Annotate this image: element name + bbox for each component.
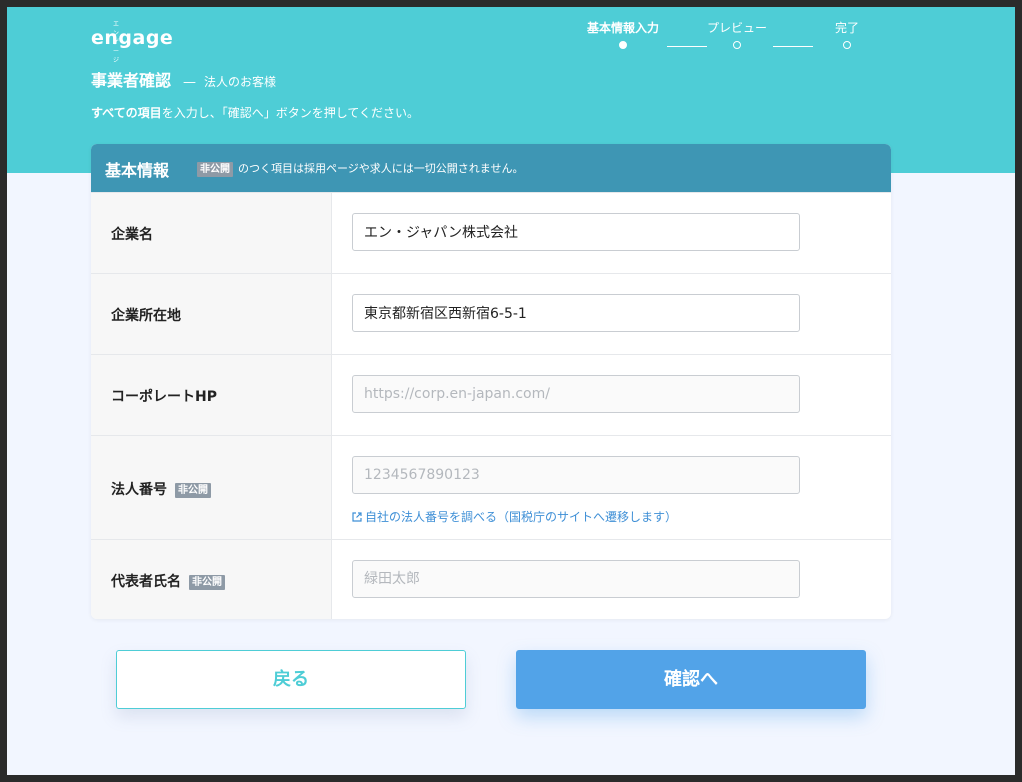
title-separator: — bbox=[183, 75, 197, 90]
corporate-number-input[interactable] bbox=[352, 456, 800, 494]
step-todo-dot bbox=[843, 41, 851, 49]
step-basic-info: 基本情報入力 bbox=[567, 19, 679, 49]
page-title: 事業者確認 — 法人のお客様 bbox=[91, 67, 276, 91]
step-label: 基本情報入力 bbox=[586, 21, 659, 35]
row-homepage: コーポレートHP bbox=[91, 354, 891, 435]
label-cell: 企業所在地 bbox=[91, 274, 332, 354]
card-title: 基本情報 bbox=[105, 161, 170, 180]
label-cell: 代表者氏名 非公開 bbox=[91, 540, 332, 619]
instruction-bold: すべての項目 bbox=[91, 106, 162, 120]
representative-input[interactable] bbox=[352, 560, 800, 598]
back-button[interactable]: 戻る bbox=[116, 650, 466, 709]
instruction-rest: を入力し、「確認へ」ボタンを押してください。 bbox=[161, 106, 419, 120]
private-badge: 非公開 bbox=[175, 483, 211, 498]
step-label: 完了 bbox=[834, 21, 859, 35]
corporate-number-lookup-link[interactable]: 自社の法人番号を調べる（国税庁のサイトへ遷移します） bbox=[352, 508, 677, 525]
confirm-button[interactable]: 確認へ bbox=[516, 650, 866, 709]
logo-main-text: engage bbox=[91, 27, 174, 49]
company-name-label: 企業名 bbox=[111, 227, 153, 243]
private-badge: 非公開 bbox=[189, 575, 225, 590]
page-subtitle: 法人のお客様 bbox=[204, 75, 277, 89]
step-preview: プレビュー bbox=[693, 19, 781, 49]
address-label: 企業所在地 bbox=[111, 308, 181, 324]
address-input[interactable] bbox=[352, 294, 800, 332]
card-note-text: のつく項目は採用ページや求人には一切公開されません。 bbox=[238, 162, 524, 175]
step-complete: 完了 bbox=[817, 19, 877, 49]
step-connector bbox=[667, 46, 707, 47]
card-header: 基本情報 非公開 のつく項目は採用ページや求人には一切公開されません。 bbox=[91, 144, 891, 192]
step-connector bbox=[773, 46, 813, 47]
lookup-link-text: 自社の法人番号を調べる（国税庁のサイトへ遷移します） bbox=[365, 510, 678, 524]
corporate-number-label: 法人番号 非公開 bbox=[111, 479, 211, 499]
label-cell: 企業名 bbox=[91, 193, 332, 273]
step-label: プレビュー bbox=[706, 21, 767, 35]
homepage-input[interactable] bbox=[352, 375, 800, 413]
external-link-icon bbox=[352, 512, 362, 522]
representative-label-text: 代表者氏名 bbox=[111, 574, 181, 590]
private-badge: 非公開 bbox=[197, 162, 233, 177]
representative-label: 代表者氏名 非公開 bbox=[111, 571, 225, 591]
row-representative: 代表者氏名 非公開 bbox=[91, 539, 891, 619]
corporate-number-label-text: 法人番号 bbox=[111, 482, 167, 498]
app-window: エンゲージ engage 基本情報入力 プレビュー 完了 事業者確認 — 法人のお客… bbox=[7, 7, 1015, 775]
label-cell: コーポレートHP bbox=[91, 355, 332, 435]
homepage-label: コーポレートHP bbox=[111, 389, 217, 405]
page-title-text: 事業者確認 bbox=[91, 71, 172, 90]
company-name-input[interactable] bbox=[352, 213, 800, 251]
row-corporate-number: 法人番号非公開 自社の法人番号を調べる（国税庁のサイトへ遷移します） bbox=[91, 435, 891, 539]
basic-info-card: 基本情報 非公開のつく項目は採用ページや求人には一切公開されません。 企業名 企… bbox=[91, 144, 891, 619]
progress-steps: 基本情報入力 プレビュー 完了 bbox=[567, 19, 887, 59]
label-cell: 法人番号 非公開 bbox=[91, 436, 332, 539]
step-todo-dot bbox=[733, 41, 741, 49]
step-current-dot bbox=[619, 41, 627, 49]
row-company-name: 企業名 bbox=[91, 192, 891, 273]
instruction-text: すべての項目を入力し、「確認へ」ボタンを押してください。 bbox=[91, 104, 419, 121]
card-note: 非公開 のつく項目は採用ページや求人には一切公開されません。 bbox=[197, 160, 523, 177]
row-address: 企業所在地 bbox=[91, 273, 891, 354]
